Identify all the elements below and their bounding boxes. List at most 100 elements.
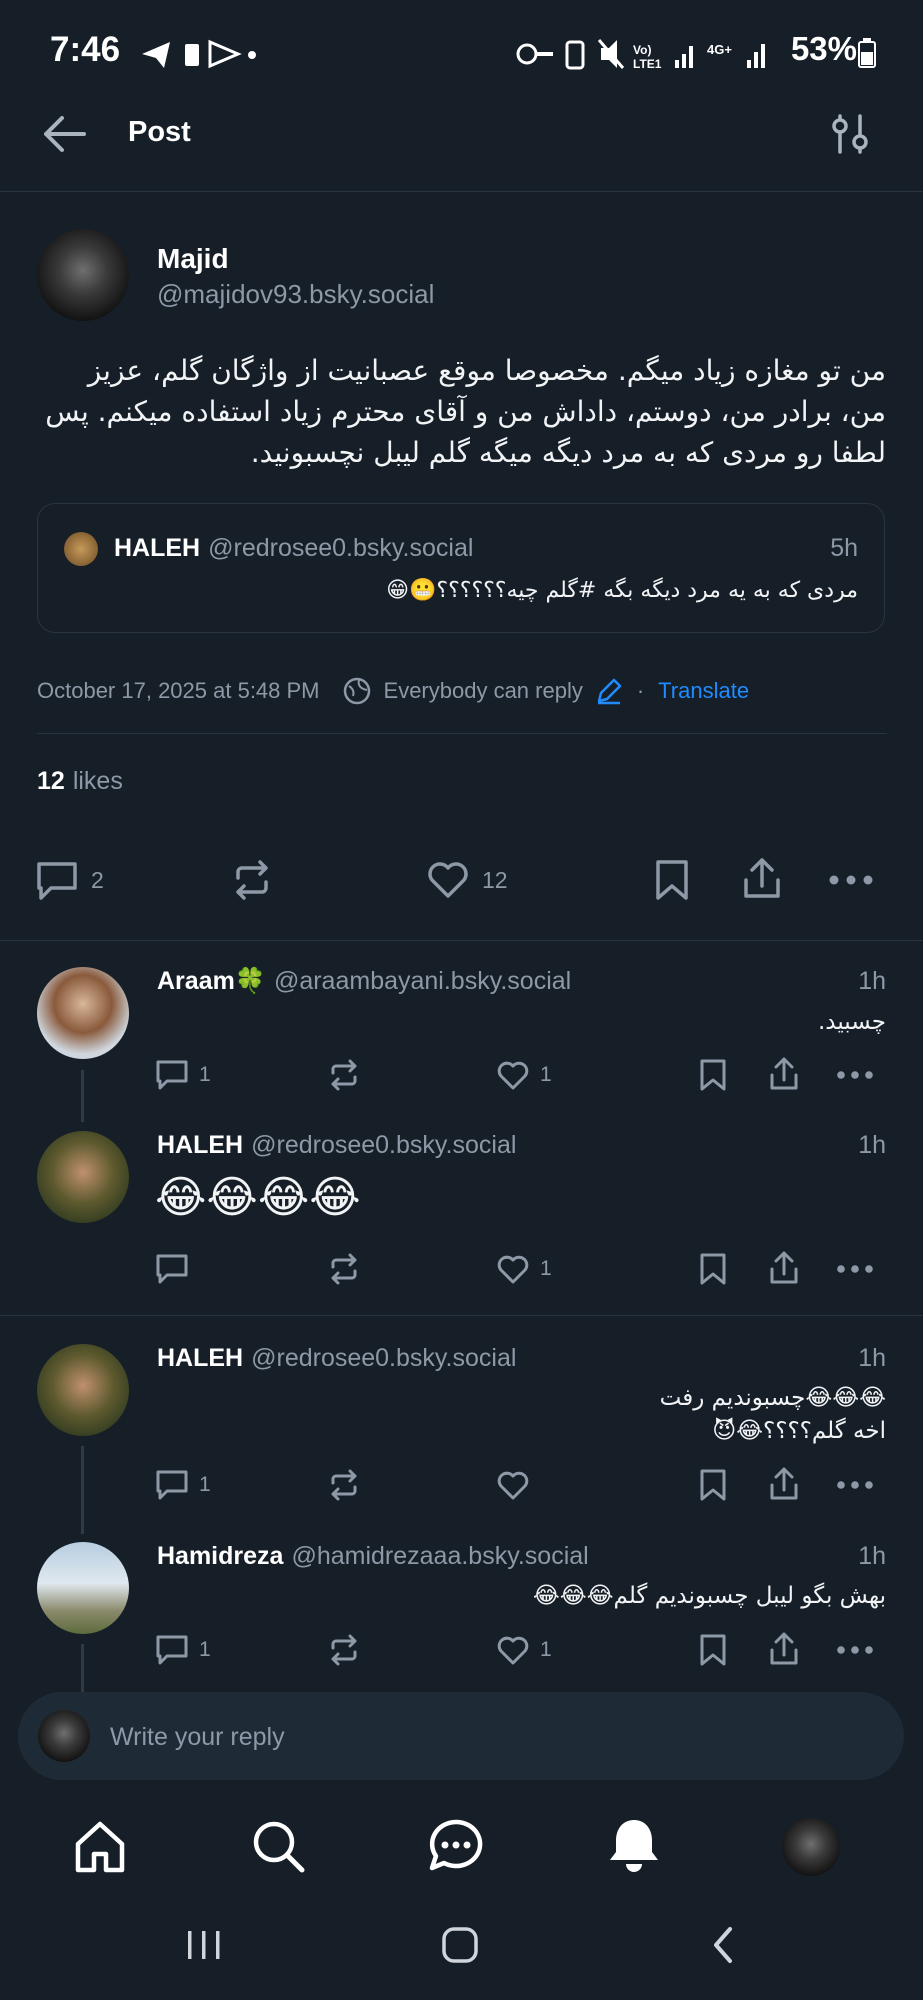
reply-time: 1h [858, 1344, 886, 1372]
filter-icon [832, 114, 868, 154]
pencil-icon[interactable] [595, 677, 623, 705]
reply-bookmark-button[interactable] [697, 1468, 729, 1502]
reply-comment-button[interactable]: 1 [155, 1058, 211, 1092]
reply-author-name[interactable]: Araam🍀 [157, 967, 266, 996]
reply-more-button[interactable] [836, 1261, 874, 1277]
share-icon [770, 1251, 798, 1284]
reply-bookmark-button[interactable] [697, 1252, 729, 1286]
repost-icon [331, 1634, 357, 1666]
meta-divider [37, 733, 887, 734]
reply-like-button[interactable] [496, 1468, 540, 1502]
reply-like-button[interactable]: 1 [496, 1252, 552, 1286]
author-handle[interactable]: @majidov93.bsky.social [157, 279, 434, 310]
reply-share-button[interactable] [767, 1631, 801, 1667]
reply-author-name[interactable]: Hamidreza [157, 1542, 283, 1571]
nav-home[interactable] [72, 1818, 128, 1874]
reply-avatar[interactable] [37, 1344, 129, 1436]
reply-repost-button[interactable] [327, 1468, 361, 1502]
reply-share-button[interactable] [767, 1466, 801, 1502]
reply-comment-button[interactable] [155, 1252, 199, 1286]
reply-more-button[interactable] [836, 1067, 874, 1083]
comment-button[interactable]: 2 [35, 858, 104, 902]
thread-line [81, 1644, 84, 1692]
reply-avatar[interactable] [37, 1131, 129, 1223]
composer-avatar [38, 1710, 90, 1762]
reply-comment-button[interactable]: 1 [155, 1468, 211, 1502]
reply-share-button[interactable] [767, 1250, 801, 1286]
bookmark-icon [700, 1469, 726, 1501]
reply-author-handle[interactable]: @redrosee0.bsky.social [251, 1344, 516, 1373]
nav-search[interactable] [250, 1818, 306, 1874]
recents-icon [188, 1931, 220, 1959]
status-time: 7:46 [50, 30, 121, 69]
bookmark-icon [700, 1059, 726, 1091]
android-home-button[interactable] [440, 1925, 480, 1965]
thread-line [81, 1070, 84, 1122]
reply-bookmark-button[interactable] [697, 1058, 729, 1092]
filter-button[interactable] [830, 112, 870, 156]
reply-author-handle[interactable]: @hamidrezaaa.bsky.social [291, 1542, 588, 1571]
search-icon [253, 1821, 305, 1873]
share-icon [770, 1467, 798, 1500]
bookmark-icon [656, 860, 688, 900]
nav-profile-avatar[interactable] [782, 1818, 840, 1876]
reply-more-button[interactable] [836, 1477, 874, 1493]
reply-input[interactable] [108, 1716, 812, 1758]
status-bar: 7:46 Vo) LTE1 4G+ 53% [0, 0, 923, 105]
quoted-post[interactable]: HALEH @redrosee0.bsky.social 5h مردی که … [37, 503, 885, 633]
reply-repost-button[interactable] [327, 1252, 361, 1286]
share-icon [744, 858, 780, 898]
more-button[interactable] [828, 870, 874, 890]
author-name[interactable]: Majid [157, 243, 229, 275]
share-button[interactable] [740, 856, 784, 902]
author-avatar[interactable] [37, 229, 129, 321]
bookmark-icon [700, 1253, 726, 1285]
reply-author-handle[interactable]: @araambayani.bsky.social [274, 967, 571, 996]
reply-time: 1h [858, 1131, 886, 1159]
heart-icon [497, 1471, 529, 1500]
reply-header: Hamidreza @hamidrezaaa.bsky.social [157, 1542, 589, 1571]
post-text: من تو مغازه زیاد میگم. مخصوصا موقع عصبان… [45, 354, 886, 469]
android-recents-button[interactable] [184, 1925, 224, 1965]
nav-chat[interactable] [428, 1818, 484, 1874]
more-icon [837, 1481, 873, 1489]
likes-summary[interactable]: 12 likes [37, 767, 123, 796]
back-arrow-icon [44, 116, 86, 152]
quote-text: مردی که به یه مرد دیگه بگه #گلم چیه؟؟؟؟؟… [386, 578, 858, 603]
back-button[interactable] [40, 112, 86, 156]
reply-comment-button[interactable]: 1 [155, 1633, 211, 1667]
notification-icons [142, 39, 256, 69]
reply-like-button[interactable]: 1 [496, 1633, 552, 1667]
reply-author-name[interactable]: HALEH [157, 1344, 243, 1373]
bookmark-button[interactable] [652, 858, 692, 902]
translate-link[interactable]: Translate [658, 678, 749, 704]
likes-label: likes [72, 767, 123, 795]
reply-avatar[interactable] [37, 967, 129, 1059]
reply-repost-button[interactable] [327, 1633, 361, 1667]
reply-composer[interactable] [18, 1692, 904, 1780]
nav-notifications[interactable] [606, 1816, 662, 1874]
heart-icon [497, 1636, 529, 1665]
reply-text-line1: 😂😂😂چسبوندیم رفت [659, 1385, 886, 1411]
reply-author-name[interactable]: HALEH [157, 1131, 243, 1160]
reply-like-button[interactable]: 1 [496, 1058, 552, 1092]
home-icon [75, 1821, 125, 1873]
reply-time: 1h [858, 967, 886, 995]
android-back-button[interactable] [704, 1925, 744, 1965]
reply-text: بهش بگو لیبل چسبوندیم گلم😂😂😂 [532, 1583, 886, 1609]
reply-avatar[interactable] [37, 1542, 129, 1634]
reply-header: HALEH @redrosee0.bsky.social [157, 1131, 516, 1160]
chat-icon [429, 1819, 483, 1871]
reply-repost-button[interactable] [327, 1058, 361, 1092]
home-circle-icon [442, 1927, 478, 1963]
repost-button[interactable] [230, 858, 274, 902]
share-icon [770, 1057, 798, 1090]
reply-author-handle[interactable]: @redrosee0.bsky.social [251, 1131, 516, 1160]
reply-share-button[interactable] [767, 1056, 801, 1092]
header-divider [0, 191, 923, 192]
heart-icon [497, 1255, 529, 1284]
reply-setting: Everybody can reply [383, 678, 583, 703]
reply-more-button[interactable] [836, 1642, 874, 1658]
like-button[interactable]: 12 [426, 858, 508, 902]
reply-bookmark-button[interactable] [697, 1633, 729, 1667]
